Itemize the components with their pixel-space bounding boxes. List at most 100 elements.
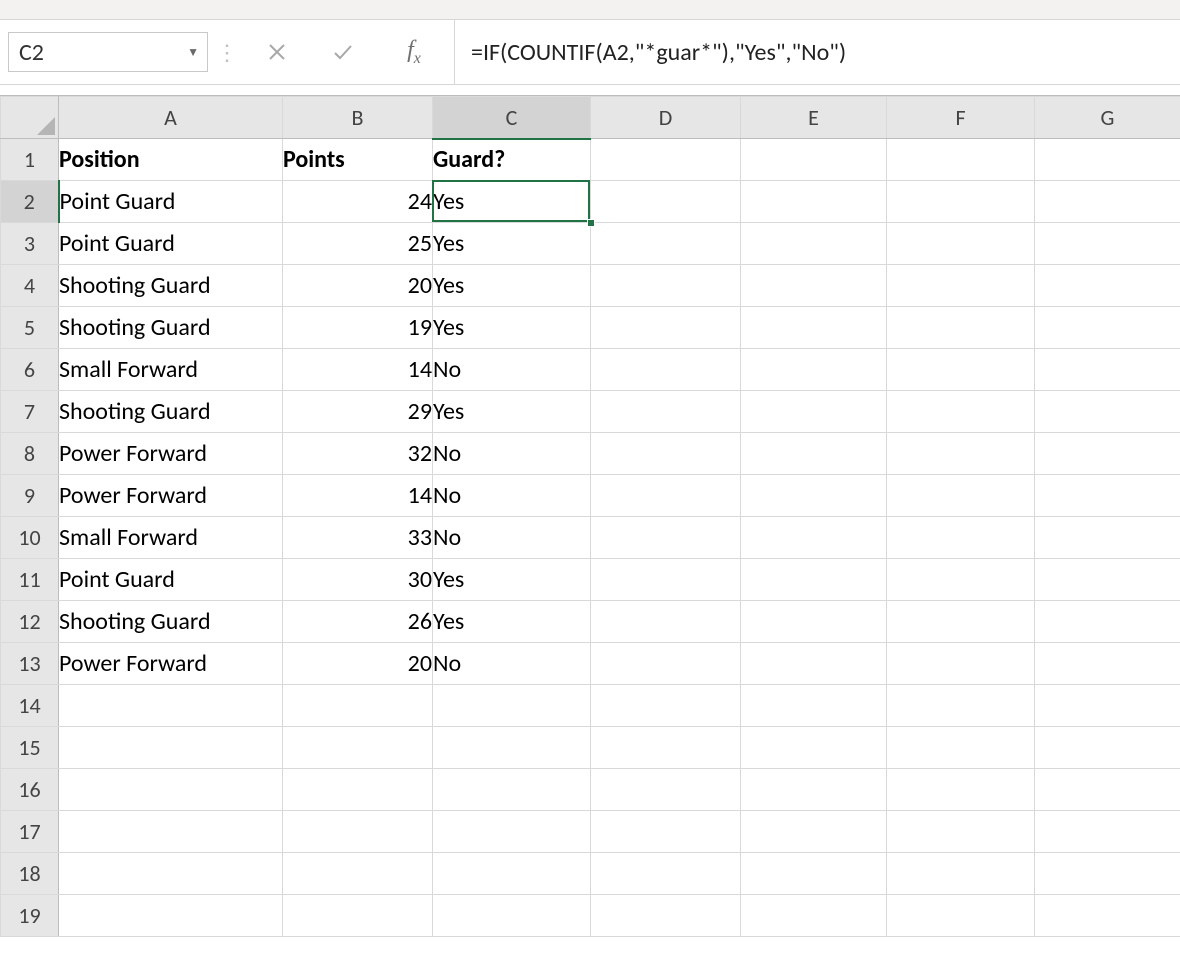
cell-D19[interactable] xyxy=(591,895,741,937)
cell-A14[interactable] xyxy=(59,685,283,727)
cell-G11[interactable] xyxy=(1035,559,1180,601)
cell-D17[interactable] xyxy=(591,811,741,853)
cell-A9[interactable]: Power Forward xyxy=(59,475,283,517)
cell-B17[interactable] xyxy=(283,811,433,853)
column-header-D[interactable]: D xyxy=(591,97,741,139)
cell-F17[interactable] xyxy=(887,811,1035,853)
cell-A6[interactable]: Small Forward xyxy=(59,349,283,391)
cell-C12[interactable]: Yes xyxy=(433,601,591,643)
column-header-B[interactable]: B xyxy=(283,97,433,139)
cell-A17[interactable] xyxy=(59,811,283,853)
column-header-E[interactable]: E xyxy=(741,97,887,139)
cell-E9[interactable] xyxy=(741,475,887,517)
cell-B3[interactable]: 25 xyxy=(283,223,433,265)
cell-C13[interactable]: No xyxy=(433,643,591,685)
cell-B19[interactable] xyxy=(283,895,433,937)
cell-D5[interactable] xyxy=(591,307,741,349)
row-header-10[interactable]: 10 xyxy=(1,517,59,559)
cell-F4[interactable] xyxy=(887,265,1035,307)
column-header-A[interactable]: A xyxy=(59,97,283,139)
cell-E4[interactable] xyxy=(741,265,887,307)
formula-input[interactable] xyxy=(469,37,1180,68)
cell-A8[interactable]: Power Forward xyxy=(59,433,283,475)
cell-F15[interactable] xyxy=(887,727,1035,769)
cell-G2[interactable] xyxy=(1035,181,1180,223)
cell-F2[interactable] xyxy=(887,181,1035,223)
cell-D12[interactable] xyxy=(591,601,741,643)
cell-B6[interactable]: 14 xyxy=(283,349,433,391)
cell-G1[interactable] xyxy=(1035,139,1180,181)
cell-C3[interactable]: Yes xyxy=(433,223,591,265)
cell-B5[interactable]: 19 xyxy=(283,307,433,349)
cell-E17[interactable] xyxy=(741,811,887,853)
row-header-9[interactable]: 9 xyxy=(1,475,59,517)
cell-D4[interactable] xyxy=(591,265,741,307)
cell-E7[interactable] xyxy=(741,391,887,433)
cell-C10[interactable]: No xyxy=(433,517,591,559)
cell-A19[interactable] xyxy=(59,895,283,937)
cell-E12[interactable] xyxy=(741,601,887,643)
cell-D18[interactable] xyxy=(591,853,741,895)
cell-F10[interactable] xyxy=(887,517,1035,559)
cell-D15[interactable] xyxy=(591,727,741,769)
cell-G8[interactable] xyxy=(1035,433,1180,475)
enter-icon[interactable] xyxy=(328,37,358,67)
cell-D2[interactable] xyxy=(591,181,741,223)
cell-D8[interactable] xyxy=(591,433,741,475)
cell-E1[interactable] xyxy=(741,139,887,181)
cell-F16[interactable] xyxy=(887,769,1035,811)
cell-G3[interactable] xyxy=(1035,223,1180,265)
cell-E6[interactable] xyxy=(741,349,887,391)
cell-B11[interactable]: 30 xyxy=(283,559,433,601)
row-header-11[interactable]: 11 xyxy=(1,559,59,601)
cell-D14[interactable] xyxy=(591,685,741,727)
cell-E16[interactable] xyxy=(741,769,887,811)
cell-B8[interactable]: 32 xyxy=(283,433,433,475)
cell-C6[interactable]: No xyxy=(433,349,591,391)
cell-B2[interactable]: 24 xyxy=(283,181,433,223)
cell-A5[interactable]: Shooting Guard xyxy=(59,307,283,349)
column-header-C[interactable]: C xyxy=(433,97,591,139)
cell-A12[interactable]: Shooting Guard xyxy=(59,601,283,643)
cell-C8[interactable]: No xyxy=(433,433,591,475)
cell-A1[interactable]: Position xyxy=(59,139,283,181)
row-header-15[interactable]: 15 xyxy=(1,727,59,769)
cell-B13[interactable]: 20 xyxy=(283,643,433,685)
cell-C9[interactable]: No xyxy=(433,475,591,517)
cell-A13[interactable]: Power Forward xyxy=(59,643,283,685)
name-box[interactable]: C2 ▼ xyxy=(8,32,208,72)
cell-C15[interactable] xyxy=(433,727,591,769)
cell-F8[interactable] xyxy=(887,433,1035,475)
cell-C19[interactable] xyxy=(433,895,591,937)
row-header-18[interactable]: 18 xyxy=(1,853,59,895)
cell-B16[interactable] xyxy=(283,769,433,811)
row-header-5[interactable]: 5 xyxy=(1,307,59,349)
cell-B7[interactable]: 29 xyxy=(283,391,433,433)
row-header-16[interactable]: 16 xyxy=(1,769,59,811)
cell-C4[interactable]: Yes xyxy=(433,265,591,307)
cell-A15[interactable] xyxy=(59,727,283,769)
row-header-17[interactable]: 17 xyxy=(1,811,59,853)
cell-F14[interactable] xyxy=(887,685,1035,727)
cell-D10[interactable] xyxy=(591,517,741,559)
cell-C2[interactable]: Yes xyxy=(433,181,591,223)
cell-G14[interactable] xyxy=(1035,685,1180,727)
cell-D11[interactable] xyxy=(591,559,741,601)
cell-F12[interactable] xyxy=(887,601,1035,643)
cell-G6[interactable] xyxy=(1035,349,1180,391)
cell-E15[interactable] xyxy=(741,727,887,769)
cell-F9[interactable] xyxy=(887,475,1035,517)
cell-E5[interactable] xyxy=(741,307,887,349)
cell-A16[interactable] xyxy=(59,769,283,811)
cell-A7[interactable]: Shooting Guard xyxy=(59,391,283,433)
cell-G4[interactable] xyxy=(1035,265,1180,307)
cell-A10[interactable]: Small Forward xyxy=(59,517,283,559)
cell-G7[interactable] xyxy=(1035,391,1180,433)
cell-F5[interactable] xyxy=(887,307,1035,349)
column-header-F[interactable]: F xyxy=(887,97,1035,139)
worksheet[interactable]: ABCDEFG 1PositionPointsGuard?2Point Guar… xyxy=(0,96,1180,937)
cell-A4[interactable]: Shooting Guard xyxy=(59,265,283,307)
name-box-dropdown-icon[interactable]: ▼ xyxy=(187,45,199,60)
row-header-8[interactable]: 8 xyxy=(1,433,59,475)
cell-G17[interactable] xyxy=(1035,811,1180,853)
